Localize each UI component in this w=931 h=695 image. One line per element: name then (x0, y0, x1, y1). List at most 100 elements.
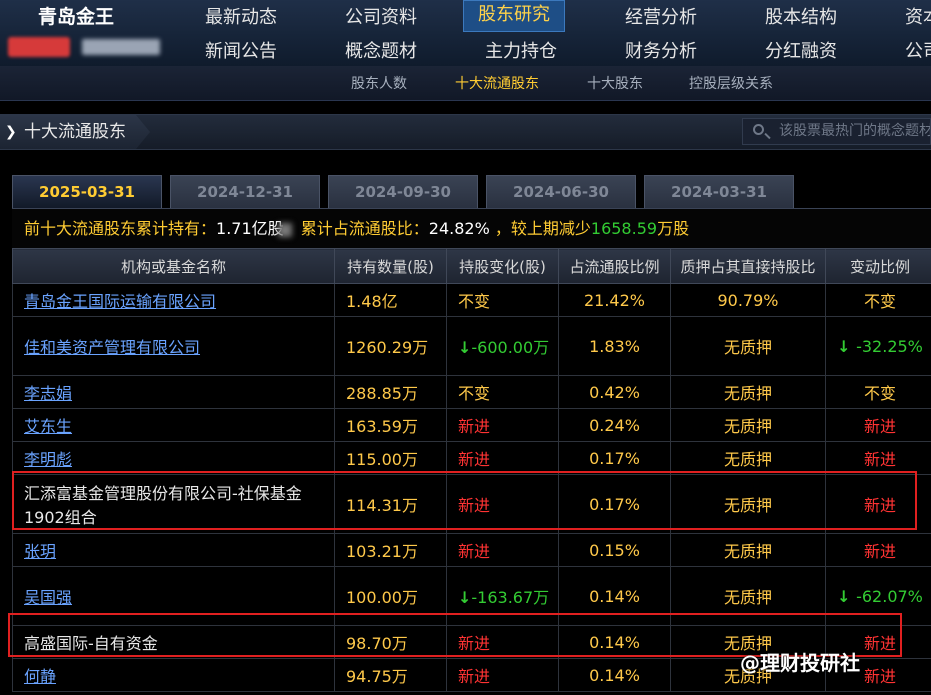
delta-ratio-cell: 新进 (825, 533, 931, 567)
nav-company[interactable]: 公司 (905, 37, 931, 63)
pledge-ratio-cell: 无质押 (670, 566, 826, 626)
delta-value: -62.07% (856, 586, 923, 606)
search-icon (753, 124, 764, 135)
concept-search-input[interactable]: 该股票最热门的概念题材 (742, 118, 931, 145)
holder-name-cell[interactable]: 张玥 (12, 533, 335, 567)
delta-ratio-cell: 不变 (825, 375, 931, 409)
holder-name-link[interactable]: 何静 (24, 667, 56, 686)
top-nav-bar: 青岛金王 最新动态 公司资料 股东研究 经营分析 股本结构 资本 新闻公告 概念… (0, 0, 931, 67)
holding-change-cell: 不变 (446, 375, 559, 409)
arrow-down-icon: ↓ (837, 586, 857, 606)
nav-main-holdings[interactable]: 主力持仓 (485, 37, 557, 63)
subnav-top10-float[interactable]: 十大流通股东 (455, 73, 539, 93)
holder-name-link[interactable]: 李明彪 (24, 450, 72, 469)
holder-name-cell[interactable]: 吴国强 (12, 566, 335, 626)
nav-dividend-financing[interactable]: 分红融资 (765, 37, 837, 63)
holding-qty-cell: 114.31万 (334, 474, 447, 534)
holder-name-link[interactable]: 艾东生 (24, 417, 72, 436)
nav-operation-analysis[interactable]: 经营分析 (625, 3, 697, 29)
section-bar: ❯ 十大流通股东 该股票最热门的概念题材 (0, 114, 931, 150)
summary-change-value: 1658.59 (590, 219, 658, 238)
pledge-ratio-cell: 无质押 (670, 533, 826, 567)
holding-change-cell: ↓-163.67万 (446, 566, 559, 626)
tab-2025-03-31[interactable]: 2025-03-31 (12, 175, 162, 208)
arrow-down-icon: ↓ (458, 588, 472, 607)
summary-label-total: 前十大流通股东累计持有： (24, 219, 217, 238)
nav-company-info[interactable]: 公司资料 (345, 3, 417, 29)
holding-change-cell: 新进 (446, 533, 559, 567)
table-row: 青岛金王国际运输有限公司 1.48亿 不变 21.42% 90.79% 不变 (12, 283, 931, 317)
summary-unit: 万股 (657, 219, 690, 238)
table-row: 汇添富基金管理股份有限公司-社保基金1902组合 114.31万 新进 0.17% 无质… (12, 474, 931, 534)
arrow-down-icon: ↓ (837, 336, 857, 356)
top10-float-holders-table: 机构或基金名称 持有数量(股) 持股变化(股) 占流通股比例 质押占其直接持股比… (12, 248, 931, 692)
arrow-down-icon: ↓ (458, 338, 472, 357)
nav-capital[interactable]: 资本 (905, 3, 931, 29)
section-title-text: 十大流通股东 (24, 122, 126, 142)
col-header-ratio: 占流通股比例 (558, 248, 671, 284)
nav-financial-analysis[interactable]: 财务分析 (625, 37, 697, 63)
stock-name: 青岛金王 (38, 6, 115, 28)
nav-shareholder-research[interactable]: 股东研究 (463, 0, 565, 32)
holder-name-cell[interactable]: 李明彪 (12, 441, 335, 475)
holder-name-cell[interactable]: 艾东生 (12, 408, 335, 442)
delta-ratio-cell: 新进 (825, 408, 931, 442)
holdings-summary: 前十大流通股东累计持有：1.71亿股 累计占流通股比：24.82% ，较上期减少… (12, 208, 931, 248)
subnav-top10[interactable]: 十大股东 (587, 73, 643, 93)
tab-2024-12-31[interactable]: 2024-12-31 (170, 175, 320, 208)
holding-change-cell: ↓-600.00万 (446, 316, 559, 376)
holder-name-link[interactable]: 李志娟 (24, 384, 72, 403)
holder-name-cell: 汇添富基金管理股份有限公司-社保基金1902组合 (12, 474, 335, 534)
summary-label-ratio: 累计占流通股比： (300, 219, 429, 238)
tab-2024-09-30[interactable]: 2024-09-30 (328, 175, 478, 208)
nav-concepts[interactable]: 概念题材 (345, 37, 417, 63)
tab-2024-03-31[interactable]: 2024-03-31 (644, 175, 794, 208)
holding-qty-cell: 94.75万 (334, 658, 447, 692)
pledge-ratio-cell: 无质押 (670, 474, 826, 534)
nav-share-structure[interactable]: 股本结构 (765, 3, 837, 29)
holding-change-cell: 新进 (446, 625, 559, 659)
holder-name-cell[interactable]: 青岛金王国际运输有限公司 (12, 283, 335, 317)
holding-qty-cell: 163.59万 (334, 408, 447, 442)
holding-qty-cell: 288.85万 (334, 375, 447, 409)
holding-change-cell: 新进 (446, 408, 559, 442)
float-ratio-cell: 1.83% (558, 316, 671, 376)
table-row: 艾东生 163.59万 新进 0.24% 无质押 新进 (12, 408, 931, 442)
holder-name-cell[interactable]: 佳和美资产管理有限公司 (12, 316, 335, 376)
pledge-ratio-cell: 无质押 (670, 316, 826, 376)
holder-name-cell[interactable]: 李志娟 (12, 375, 335, 409)
holding-qty-cell: 1260.29万 (334, 316, 447, 376)
holder-name-link[interactable]: 佳和美资产管理有限公司 (24, 338, 200, 357)
holding-change-cell: 新进 (446, 474, 559, 534)
holder-name-link[interactable]: 张玥 (24, 542, 56, 561)
float-ratio-cell: 0.24% (558, 408, 671, 442)
holding-qty-cell: 1.48亿 (334, 283, 447, 317)
nav-news[interactable]: 新闻公告 (205, 37, 277, 63)
float-ratio-cell: 0.14% (558, 658, 671, 692)
holder-name-link[interactable]: 青岛金王国际运输有限公司 (24, 292, 216, 311)
pledge-ratio-cell: 无质押 (670, 375, 826, 409)
change-value: -163.67万 (471, 588, 550, 607)
float-ratio-cell: 0.14% (558, 625, 671, 659)
table-row: 李志娟 288.85万 不变 0.42% 无质押 不变 (12, 375, 931, 409)
subnav-holder-count[interactable]: 股东人数 (351, 73, 407, 93)
holding-qty-cell: 115.00万 (334, 441, 447, 475)
blurred-stock-tag (8, 37, 70, 57)
col-header-name: 机构或基金名称 (12, 248, 335, 284)
change-value: -600.00万 (471, 338, 550, 357)
pledge-ratio-cell: 90.79% (670, 283, 826, 317)
float-ratio-cell: 0.15% (558, 533, 671, 567)
nav-latest[interactable]: 最新动态 (205, 3, 277, 29)
table-row: 张玥 103.21万 新进 0.15% 无质押 新进 (12, 533, 931, 567)
float-ratio-cell: 0.14% (558, 566, 671, 626)
delta-ratio-cell: 不变 (825, 283, 931, 317)
holder-name-link[interactable]: 吴国强 (24, 588, 72, 607)
tab-2024-06-30[interactable]: 2024-06-30 (486, 175, 636, 208)
delta-ratio-cell: ↓ -32.25% (825, 316, 931, 376)
summary-total-holding: 1.71亿股 (216, 219, 284, 238)
subnav-control-hierarchy[interactable]: 控股层级关系 (689, 73, 773, 93)
holder-name-cell[interactable]: 何静 (12, 658, 335, 692)
search-placeholder: 该股票最热门的概念题材 (779, 123, 931, 139)
holding-qty-cell: 103.21万 (334, 533, 447, 567)
watermark: @理财投研社 (740, 651, 860, 675)
